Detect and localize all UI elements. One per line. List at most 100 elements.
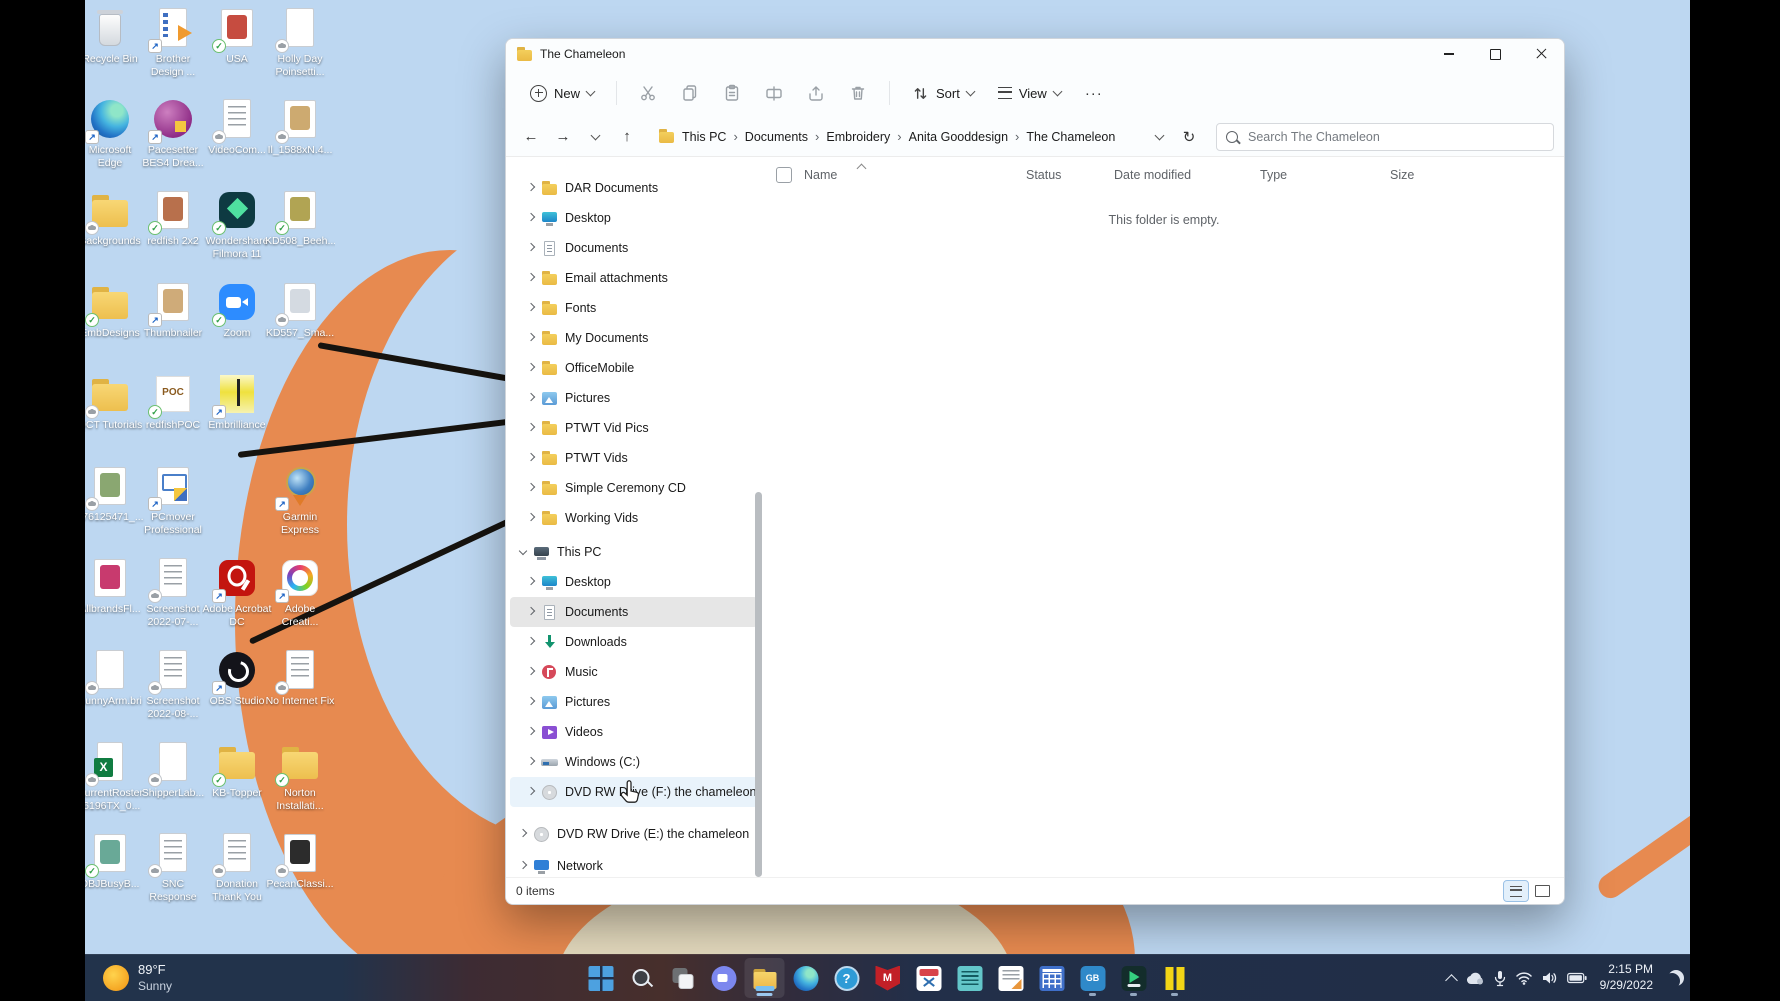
rename-button[interactable] bbox=[755, 76, 793, 110]
up-button[interactable]: ↑ bbox=[612, 123, 642, 151]
onedrive-icon[interactable] bbox=[1465, 971, 1485, 985]
chevron-right-icon[interactable] bbox=[527, 512, 535, 520]
chevron-right-icon[interactable] bbox=[527, 392, 535, 400]
select-all-checkbox[interactable] bbox=[776, 167, 792, 183]
cut-button[interactable] bbox=[629, 76, 667, 110]
details-view-button[interactable] bbox=[1504, 881, 1528, 901]
desktop-icon-kd508-beeh[interactable]: ✓KD508_Beeh... bbox=[265, 188, 335, 248]
navigation-pane[interactable]: DAR DocumentsDesktopDocumentsEmail attac… bbox=[506, 157, 764, 880]
hidden-icons-chevron-icon[interactable] bbox=[1445, 974, 1458, 987]
tree-item-pictures[interactable]: Pictures bbox=[510, 383, 758, 413]
breadcrumb-documents[interactable]: Documents bbox=[740, 127, 813, 147]
taskbar-get-help-button[interactable]: ? bbox=[827, 958, 867, 998]
tree-item-simple-ceremony-cd[interactable]: Simple Ceremony CD bbox=[510, 473, 758, 503]
desktop-icon-currentroster-6196tx-0[interactable]: XCurrentRoster -6196TX_0... bbox=[85, 740, 145, 813]
desktop-icon-adobe-acrobat-dc[interactable]: ↗Adobe Acrobat DC bbox=[202, 556, 272, 629]
desktop-icon-microsoft-edge[interactable]: ↗Microsoft Edge bbox=[85, 97, 145, 170]
desktop-icon-norton-installati[interactable]: ✓Norton Installati... bbox=[265, 740, 335, 813]
taskbar-file-explorer-button[interactable] bbox=[745, 958, 785, 998]
desktop-icon-recycle-bin[interactable]: Recycle Bin bbox=[85, 6, 145, 66]
refresh-button[interactable]: ↻ bbox=[1174, 128, 1204, 146]
desktop-icon-embdesigns[interactable]: ✓EmbDesigns bbox=[85, 280, 145, 340]
desktop-icon-pcmover-professional[interactable]: ↗PCmover Professional bbox=[138, 464, 208, 537]
taskbar-notes-app-button[interactable] bbox=[950, 958, 990, 998]
tree-item-desktop[interactable]: Desktop bbox=[510, 567, 758, 597]
tree-item-documents[interactable]: Documents bbox=[510, 597, 758, 627]
chevron-right-icon[interactable] bbox=[527, 302, 535, 310]
file-explorer-window[interactable]: The Chameleon New bbox=[505, 38, 1565, 905]
nav-scrollbar[interactable] bbox=[755, 492, 762, 877]
breadcrumb-embroidery[interactable]: Embroidery bbox=[821, 127, 895, 147]
desktop-icon-usa[interactable]: ✓USA bbox=[202, 6, 272, 66]
share-button[interactable] bbox=[797, 76, 835, 110]
search-input[interactable] bbox=[1246, 129, 1544, 145]
tree-item-videos[interactable]: Videos bbox=[510, 717, 758, 747]
close-button[interactable] bbox=[1518, 39, 1564, 69]
minimize-button[interactable] bbox=[1426, 39, 1472, 69]
search-box[interactable] bbox=[1216, 123, 1554, 151]
desktop-icon-no-internet-fix[interactable]: No Internet Fix bbox=[265, 648, 335, 708]
desktop-icon-garmin-express[interactable]: ↗Garmin Express bbox=[265, 464, 335, 537]
desktop-icon-redfish-2x2[interactable]: ✓redfish 2x2 bbox=[138, 188, 208, 248]
forward-button[interactable]: → bbox=[548, 123, 578, 151]
focus-assist-moon-icon[interactable] bbox=[1668, 970, 1684, 986]
tree-item-working-vids[interactable]: Working Vids bbox=[510, 503, 758, 533]
column-header-date-modified[interactable]: Date modified bbox=[1110, 168, 1256, 182]
breadcrumb-the-chameleon[interactable]: The Chameleon bbox=[1021, 127, 1120, 147]
maximize-button[interactable] bbox=[1472, 39, 1518, 69]
chevron-right-icon[interactable] bbox=[527, 482, 535, 490]
tree-item-my-documents[interactable]: My Documents bbox=[510, 323, 758, 353]
desktop-icon-snc-response[interactable]: SNC Response bbox=[138, 831, 208, 904]
desktop-icon-il-1588xn-4[interactable]: Il_1588xN.4... bbox=[265, 97, 335, 157]
taskbar-teams-chat-button[interactable] bbox=[704, 958, 744, 998]
desktop-icon-276125471[interactable]: 276125471_... bbox=[85, 464, 145, 524]
desktop-icon-zoom[interactable]: ✓Zoom bbox=[202, 280, 272, 340]
desktop-icon-brother-design[interactable]: ↗Brother Design ... bbox=[138, 6, 208, 79]
desktop-icon-thumbnailer[interactable]: ↗Thumbnailer bbox=[138, 280, 208, 340]
battery-icon[interactable] bbox=[1567, 972, 1587, 984]
chevron-right-icon[interactable] bbox=[527, 726, 535, 734]
taskbar-publisher-doc-button[interactable] bbox=[991, 958, 1031, 998]
weather-widget[interactable]: 89°F Sunny bbox=[95, 955, 180, 1001]
taskbar-gb-app-button[interactable]: GB bbox=[1073, 958, 1113, 998]
chevron-right-icon[interactable] bbox=[527, 636, 535, 644]
desktop-icon-qct-tutorials[interactable]: QCT Tutorials bbox=[85, 372, 145, 432]
taskbar-search-button[interactable] bbox=[622, 958, 662, 998]
back-button[interactable]: ← bbox=[516, 123, 546, 151]
wifi-icon[interactable] bbox=[1515, 971, 1533, 985]
desktop-icon-pecanclassi[interactable]: PecanClassi... bbox=[265, 831, 335, 891]
desktop[interactable]: Recycle Bin↗Brother Design ...✓USAHolly … bbox=[85, 0, 1690, 1001]
chevron-down-icon[interactable] bbox=[519, 546, 527, 554]
column-header-type[interactable]: Type bbox=[1256, 168, 1386, 182]
desktop-icon-bunnyarm-bri[interactable]: BunnyArm.bri bbox=[85, 648, 145, 708]
breadcrumb-anita-gooddesign[interactable]: Anita Gooddesign bbox=[904, 127, 1013, 147]
desktop-icon-kd557-sma[interactable]: KD557_Sma... bbox=[265, 280, 335, 340]
tree-item-officemobile[interactable]: OfficeMobile bbox=[510, 353, 758, 383]
breadcrumb-this-pc[interactable]: This PC bbox=[677, 127, 731, 147]
chevron-right-icon[interactable] bbox=[519, 860, 527, 868]
desktop-icon-holly-day-poinsetti[interactable]: Holly Day Poinsetti... bbox=[265, 6, 335, 79]
column-header-size[interactable]: Size bbox=[1386, 168, 1466, 182]
taskbar-mcafee-button[interactable]: M bbox=[868, 958, 908, 998]
copy-button[interactable] bbox=[671, 76, 709, 110]
desktop-icon-screenshot-2022-07[interactable]: Screenshot 2022-07-... bbox=[138, 556, 208, 629]
chevron-right-icon[interactable] bbox=[527, 242, 535, 250]
taskbar-grid-app-button[interactable] bbox=[1032, 958, 1072, 998]
taskbar-green-arrow-app-button[interactable] bbox=[1114, 958, 1154, 998]
taskbar-start-button[interactable] bbox=[581, 958, 621, 998]
tree-item-pictures[interactable]: Pictures bbox=[510, 687, 758, 717]
chevron-right-icon[interactable] bbox=[527, 332, 535, 340]
chevron-right-icon[interactable] bbox=[527, 452, 535, 460]
desktop-icon-wondershare-filmora-11[interactable]: ✓Wondershare Filmora 11 bbox=[202, 188, 272, 261]
desktop-icon-embrilliance[interactable]: ↗Embrilliance bbox=[202, 372, 272, 432]
taskbar-snipping-tool-button[interactable] bbox=[909, 958, 949, 998]
clock[interactable]: 2:15 PM 9/29/2022 bbox=[1600, 962, 1653, 993]
tree-item-windows-c[interactable]: Windows (C:) bbox=[510, 747, 758, 777]
chevron-right-icon[interactable] bbox=[527, 212, 535, 220]
desktop-icon-screenshot-2022-08[interactable]: Screenshot 2022-08-... bbox=[138, 648, 208, 721]
column-header-name[interactable]: Name bbox=[764, 167, 1022, 183]
tree-item-documents[interactable]: Documents bbox=[510, 233, 758, 263]
breadcrumb[interactable]: This PC›Documents›Embroidery›Anita Goodd… bbox=[650, 123, 1136, 151]
sort-button[interactable]: Sort bbox=[902, 78, 984, 109]
volume-icon[interactable] bbox=[1542, 971, 1558, 985]
